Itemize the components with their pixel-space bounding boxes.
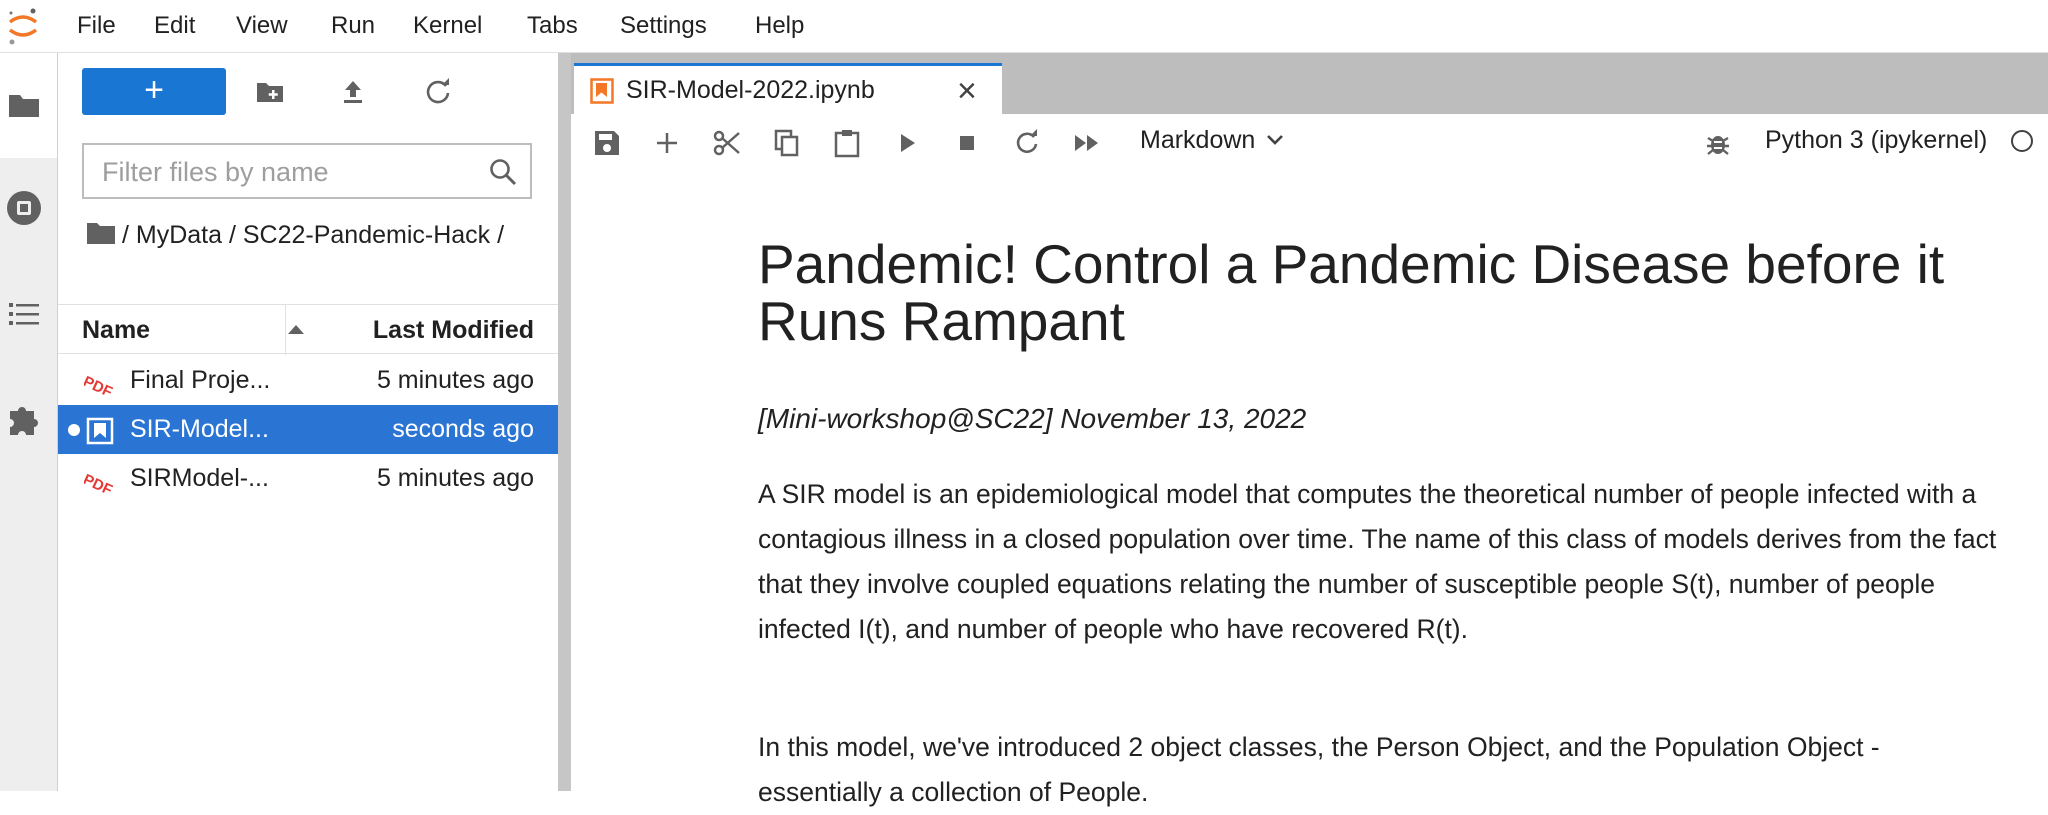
- jupyter-logo-icon[interactable]: [6, 4, 40, 48]
- file-name: SIR-Model...: [130, 415, 269, 443]
- chevron-down-icon: [1267, 135, 1284, 145]
- running-indicator-icon: [68, 424, 80, 436]
- upload-icon[interactable]: [337, 76, 369, 108]
- notebook-title: Pandemic! Control a Pandemic Disease bef…: [758, 233, 1945, 352]
- cell-type-dropdown[interactable]: Markdown: [1140, 126, 1285, 155]
- file-modified: 5 minutes ago: [376, 366, 534, 394]
- new-launcher-button[interactable]: +: [82, 68, 226, 115]
- file-modified: 5 minutes ago: [376, 464, 534, 492]
- menu-settings[interactable]: Settings: [620, 12, 707, 40]
- running-stop-icon[interactable]: [6, 190, 42, 226]
- panel-splitter[interactable]: [558, 53, 571, 791]
- notebook-tab-icon: [590, 78, 614, 104]
- new-folder-icon[interactable]: [254, 76, 286, 108]
- file-modified: seconds ago: [392, 415, 534, 443]
- menu-edit[interactable]: Edit: [154, 12, 195, 40]
- menu-run[interactable]: Run: [331, 12, 375, 40]
- column-name-header[interactable]: Name: [82, 316, 150, 345]
- pdf-file-icon: PDF: [84, 471, 115, 496]
- debugger-bug-icon[interactable]: [1703, 128, 1733, 158]
- notebook-paragraph: In this model, we've introduced 2 object…: [758, 732, 1880, 807]
- svg-text:PDF: PDF: [84, 471, 115, 496]
- menu-file[interactable]: File: [77, 12, 116, 40]
- menu-view[interactable]: View: [236, 12, 288, 40]
- search-icon: [490, 159, 517, 186]
- run-cell-icon[interactable]: [892, 128, 922, 158]
- notebook-toolbar: Markdown Python 3 (ipykernel): [571, 114, 2048, 173]
- breadcrumb-path[interactable]: / MyData / SC22-Pandemic-Hack /: [122, 221, 504, 249]
- file-list-header: Name Last Modified: [58, 304, 558, 355]
- save-icon[interactable]: [592, 128, 622, 158]
- file-filter-field[interactable]: [82, 143, 532, 199]
- tab-sir-model-notebook[interactable]: SIR-Model-2022.ipynb ×: [574, 63, 1002, 116]
- activity-bar: [0, 53, 58, 791]
- notebook-file-icon: [86, 417, 114, 445]
- file-name: SIRModel-...: [130, 464, 269, 492]
- paste-icon[interactable]: [832, 128, 862, 158]
- file-filter-input[interactable]: [100, 153, 484, 191]
- home-folder-icon[interactable]: [86, 220, 116, 246]
- close-tab-icon[interactable]: ×: [957, 72, 977, 111]
- breadcrumb[interactable]: / MyData / SC22-Pandemic-Hack /: [82, 218, 532, 253]
- notebook-paragraph: A SIR model is an epidemiological model …: [758, 479, 1997, 644]
- tab-label: SIR-Model-2022.ipynb: [626, 76, 875, 104]
- copy-icon[interactable]: [772, 128, 802, 158]
- cut-icon[interactable]: [712, 128, 742, 158]
- table-of-contents-icon[interactable]: [6, 296, 42, 332]
- menu-tabs[interactable]: Tabs: [527, 12, 578, 40]
- folder-icon[interactable]: [6, 87, 42, 123]
- refresh-icon[interactable]: [422, 76, 454, 108]
- kernel-name[interactable]: Python 3 (ipykernel): [1765, 126, 1987, 155]
- sort-ascending-icon[interactable]: [288, 325, 304, 334]
- restart-run-all-icon[interactable]: [1072, 128, 1102, 158]
- cell-type-value: Markdown: [1140, 126, 1256, 154]
- menu-help[interactable]: Help: [755, 12, 804, 40]
- stop-kernel-icon[interactable]: [952, 128, 982, 158]
- kernel-idle-status-icon: [2011, 130, 2033, 152]
- column-modified-header[interactable]: Last Modified: [373, 316, 534, 345]
- file-row-final-project[interactable]: PDF Final Proje... 5 minutes ago: [58, 356, 558, 405]
- file-name: Final Proje...: [130, 366, 271, 394]
- pdf-file-icon: PDF: [84, 373, 115, 398]
- column-divider[interactable]: [285, 305, 286, 355]
- restart-kernel-icon[interactable]: [1012, 128, 1042, 158]
- extension-puzzle-icon[interactable]: [6, 401, 42, 437]
- file-row-sirmodel-pdf[interactable]: PDF SIRModel-... 5 minutes ago: [58, 454, 558, 503]
- insert-cell-icon[interactable]: [652, 128, 682, 158]
- menu-kernel[interactable]: Kernel: [413, 12, 482, 40]
- file-row-sir-model-notebook[interactable]: SIR-Model... seconds ago: [58, 405, 558, 454]
- notebook-subtitle: [Mini-workshop@SC22] November 13, 2022: [758, 403, 1307, 434]
- svg-text:PDF: PDF: [84, 373, 115, 398]
- menu-bar: File Edit View Run Kernel Tabs Settings …: [0, 0, 2048, 53]
